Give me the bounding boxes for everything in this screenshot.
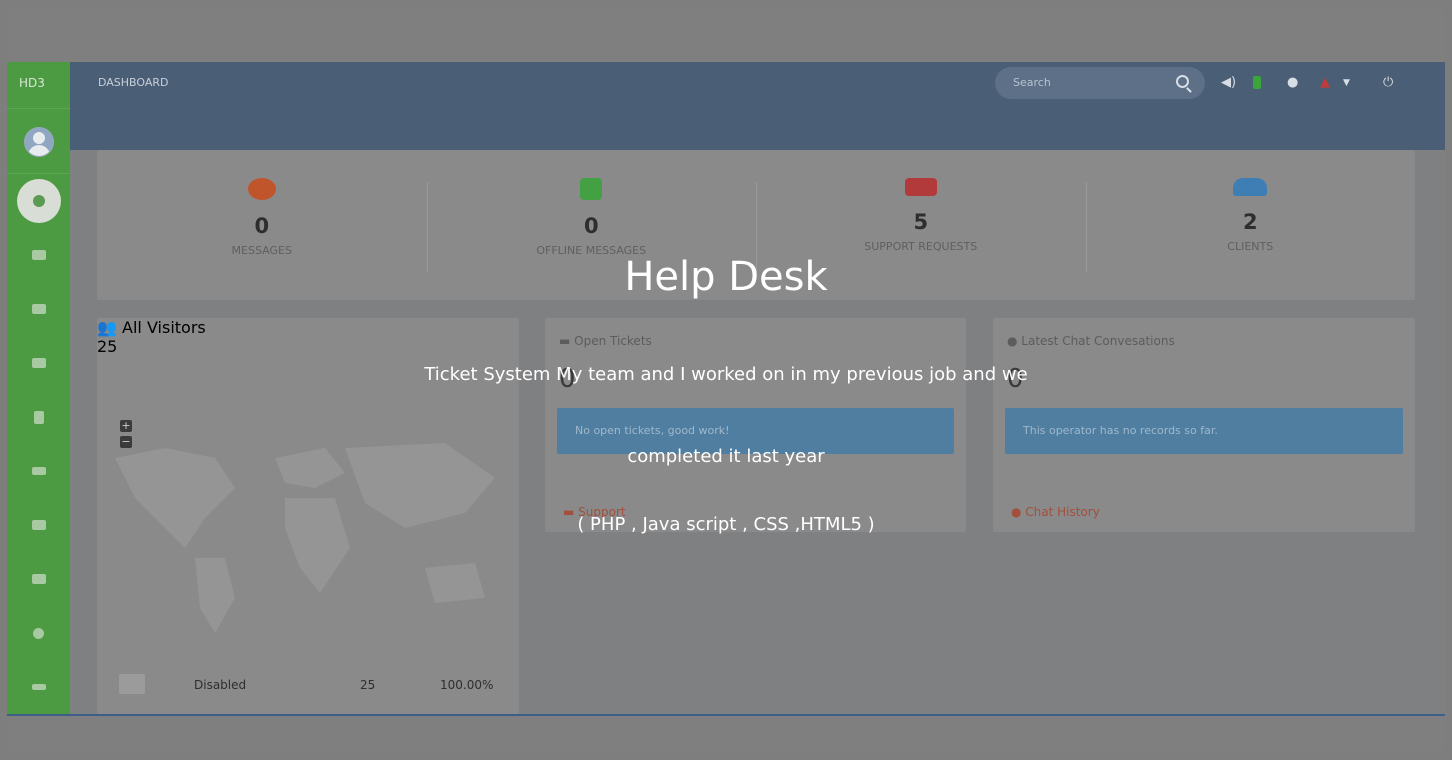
gear-icon <box>33 627 44 639</box>
overlay-description-line-2: completed it last year <box>627 446 825 467</box>
main-content: 0 MESSAGES 0 OFFLINE MESSAGES 5 SUPPORT … <box>70 150 1445 714</box>
search-input[interactable] <box>1011 75 1165 90</box>
visitor-count: 25 <box>360 678 376 692</box>
chats-title-text: Latest Chat Convesations <box>1021 334 1175 348</box>
chat-conversations-panel: ● Latest Chat Convesations 0 This operat… <box>993 318 1415 532</box>
chat-icon <box>31 304 46 314</box>
open-tickets-panel: ▬ Open Tickets 0 No open tickets, good w… <box>545 318 966 532</box>
chevron-down-icon[interactable]: ▼ <box>1343 78 1350 88</box>
power-icon[interactable]: ⏻ <box>1383 75 1393 90</box>
globe-search-icon <box>119 674 145 694</box>
chat-icon[interactable]: ● <box>1287 75 1298 90</box>
overlay-title: Help Desk <box>624 254 828 300</box>
mobile-icon[interactable] <box>1253 76 1261 89</box>
sidebar-item-settings[interactable] <box>7 606 70 660</box>
visitor-status: Disabled <box>194 678 247 692</box>
stat-value: 0 <box>583 214 599 238</box>
offline-message-icon <box>580 178 603 200</box>
chats-title: ● Latest Chat Convesations <box>1007 334 1175 348</box>
stat-value: 5 <box>913 210 929 234</box>
sound-icon[interactable]: ◀) <box>1221 75 1236 90</box>
sidebar: HD3 <box>7 62 70 714</box>
sidebar-item-users[interactable] <box>7 552 70 606</box>
open-tickets-title-text: Open Tickets <box>574 334 652 348</box>
ticket-icon: ▬ <box>559 334 575 348</box>
user-icon[interactable]: ▲ <box>1320 75 1330 90</box>
chat-icon: ● <box>1007 334 1022 348</box>
overlay-description-line-1: Ticket System My team and I worked on in… <box>424 364 1028 385</box>
stat-value: 0 <box>254 214 270 238</box>
chat-bubble-icon <box>247 178 276 200</box>
handshake-icon <box>31 684 46 690</box>
visitor-percent: 100.00% <box>440 678 494 692</box>
users-icon: 👥 <box>97 318 123 337</box>
stat-label: CLIENTS <box>1227 240 1274 253</box>
stat-label: SUPPORT REQUESTS <box>864 240 978 253</box>
overlay-tech-stack: ( PHP , Java script , CSS ,HTML5 ) <box>577 514 875 535</box>
users-icon <box>1233 178 1268 196</box>
stat-value: 2 <box>1242 210 1258 234</box>
visitors-title: 👥 All Visitors <box>97 318 519 337</box>
helpdesk-app: HD3 DASHBOARD ◀) ● ▲ ▼ ⏻ <box>7 62 1445 716</box>
open-tickets-title: ▬ Open Tickets <box>559 334 652 348</box>
top-bar: DASHBOARD ◀) ● ▲ ▼ ⏻ <box>70 62 1445 150</box>
sidebar-item-documents[interactable] <box>7 390 70 444</box>
visitors-title-text: All Visitors <box>122 318 206 337</box>
ticket-icon <box>904 178 937 196</box>
search-icon[interactable] <box>1176 75 1189 88</box>
user-avatar[interactable] <box>23 127 54 157</box>
brand-logo[interactable]: HD3 <box>7 62 70 109</box>
search-box <box>995 67 1205 99</box>
visitors-count: 25 <box>97 337 118 356</box>
document-icon <box>33 410 44 424</box>
sidebar-item-more[interactable] <box>7 660 70 714</box>
sidebar-item-dashboard[interactable] <box>7 174 70 228</box>
visitors-row: Disabled 25 100.00% <box>97 674 519 702</box>
list-icon <box>31 467 46 475</box>
dashboard-icon <box>32 195 45 207</box>
users-icon <box>31 574 46 584</box>
page-title: DASHBOARD <box>98 76 169 89</box>
